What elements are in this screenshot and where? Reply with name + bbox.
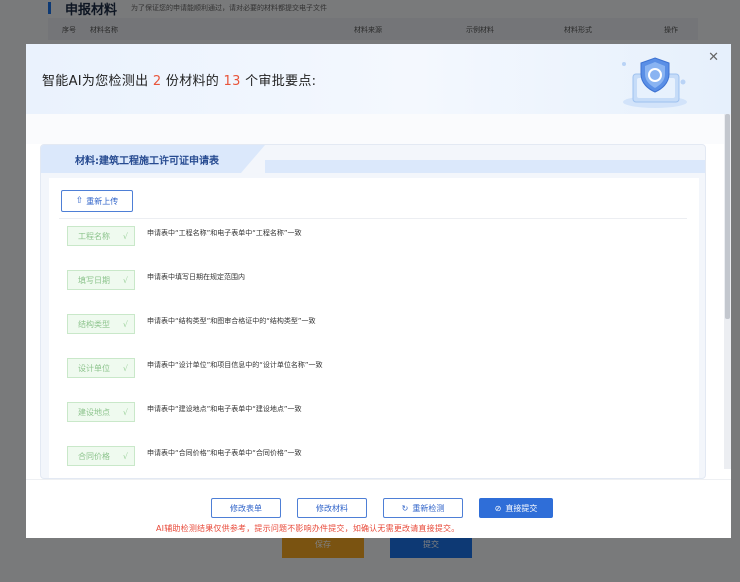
reupload-label: 重新上传: [86, 196, 119, 206]
point-count: 13: [223, 74, 241, 89]
check-icon: √: [122, 407, 128, 417]
reupload-button[interactable]: ⇧ 重新上传: [61, 190, 133, 212]
tab-strip: [265, 160, 705, 173]
check-row: 合同价格 √ 申请表中“合同价格”和电子表单中“合同价格”一致: [67, 446, 302, 466]
check-icon: √: [122, 363, 128, 373]
check-description: 申请表中“合同价格”和电子表单中“合同价格”一致: [147, 449, 302, 457]
recheck-label: 重新检测: [412, 503, 445, 513]
modal-footer: 修改表单 修改材料 ↻ 重新检测 ⊘ 直接提交 AI辅助检测结果仅供参考，提示问…: [26, 479, 731, 538]
divider: [59, 218, 687, 219]
modify-material-label: 修改材料: [316, 503, 348, 513]
modal-scrollbar[interactable]: [724, 114, 731, 469]
check-tag: 建设地点 √: [67, 402, 135, 422]
check-tag-label: 合同价格: [78, 451, 110, 461]
check-tag: 设计单位 √: [67, 358, 135, 378]
heading-suffix: 个审批要点:: [245, 74, 317, 89]
disclaimer-note: AI辅助检测结果仅供参考，提示问题不影响办件提交，如确认无需更改请直接提交。: [156, 524, 460, 533]
check-row: 建设地点 √ 申请表中“建设地点”和电子表单中“建设地点”一致: [67, 402, 302, 422]
check-tag-label: 填写日期: [78, 275, 110, 285]
ai-check-modal: 智能AI为您检测出 2 份材料的 13 个审批要点: ✕ 材料:建筑工程施工许可…: [26, 44, 731, 538]
modify-form-label: 修改表单: [230, 503, 262, 513]
scrollbar-thumb[interactable]: [725, 114, 730, 319]
modal-header: 智能AI为您检测出 2 份材料的 13 个审批要点: ✕: [26, 44, 731, 114]
check-icon: √: [122, 451, 128, 461]
check-tag: 工程名称 √: [67, 226, 135, 246]
material-title: 材料:建筑工程施工许可证申请表: [75, 156, 219, 167]
modal-heading: 智能AI为您检测出 2 份材料的 13 个审批要点:: [42, 70, 316, 89]
check-row: 工程名称 √ 申请表中“工程名称”和电子表单中“工程名称”一致: [67, 226, 302, 246]
check-tag-label: 结构类型: [78, 319, 110, 329]
check-description: 申请表中“结构类型”和图审合格证中的“结构类型”一致: [147, 317, 316, 325]
check-row: 结构类型 √ 申请表中“结构类型”和图审合格证中的“结构类型”一致: [67, 314, 316, 334]
check-tag: 结构类型 √: [67, 314, 135, 334]
check-description: 申请表中填写日期在规定范围内: [147, 273, 245, 281]
modal-body-spacer: [26, 114, 731, 144]
tab-slant: [241, 145, 265, 173]
check-tag-label: 设计单位: [78, 363, 110, 373]
material-card: 材料:建筑工程施工许可证申请表 ⇧ 重新上传 工程名称 √ 申请表中“工程名称”…: [40, 144, 706, 479]
check-icon: √: [122, 319, 128, 329]
modify-form-button[interactable]: 修改表单: [211, 498, 281, 518]
submit-check-icon: ⊘: [494, 503, 502, 513]
recheck-button[interactable]: ↻ 重新检测: [383, 498, 463, 518]
direct-submit-button[interactable]: ⊘ 直接提交: [479, 498, 553, 518]
check-tag: 合同价格 √: [67, 446, 135, 466]
check-tag-label: 工程名称: [78, 231, 110, 241]
upload-icon: ⇧: [75, 196, 84, 206]
check-row: 设计单位 √ 申请表中“设计单位”和项目信息中的“设计单位名称”一致: [67, 358, 323, 378]
footer-buttons: 修改表单 修改材料 ↻ 重新检测 ⊘ 直接提交: [211, 498, 553, 518]
close-icon[interactable]: ✕: [708, 50, 719, 65]
refresh-icon: ↻: [401, 503, 409, 513]
check-row: 填写日期 √ 申请表中填写日期在规定范围内: [67, 270, 245, 290]
material-card-tab: 材料:建筑工程施工许可证申请表: [41, 145, 241, 173]
check-description: 申请表中“建设地点”和电子表单中“建设地点”一致: [147, 405, 302, 413]
modify-material-button[interactable]: 修改材料: [297, 498, 367, 518]
check-tag: 填写日期 √: [67, 270, 135, 290]
heading-prefix: 智能AI为您检测出: [42, 74, 149, 89]
check-icon: √: [122, 275, 128, 285]
heading-middle: 份材料的: [165, 74, 220, 89]
material-check-list: ⇧ 重新上传 工程名称 √ 申请表中“工程名称”和电子表单中“工程名称”一致 填…: [49, 178, 699, 478]
check-description: 申请表中“工程名称”和电子表单中“工程名称”一致: [147, 229, 302, 237]
check-description: 申请表中“设计单位”和项目信息中的“设计单位名称”一致: [147, 361, 323, 369]
direct-submit-label: 直接提交: [505, 503, 538, 513]
shield-check-illustration: [622, 57, 687, 108]
check-icon: √: [122, 231, 128, 241]
check-tag-label: 建设地点: [78, 407, 110, 417]
material-count: 2: [152, 74, 162, 89]
